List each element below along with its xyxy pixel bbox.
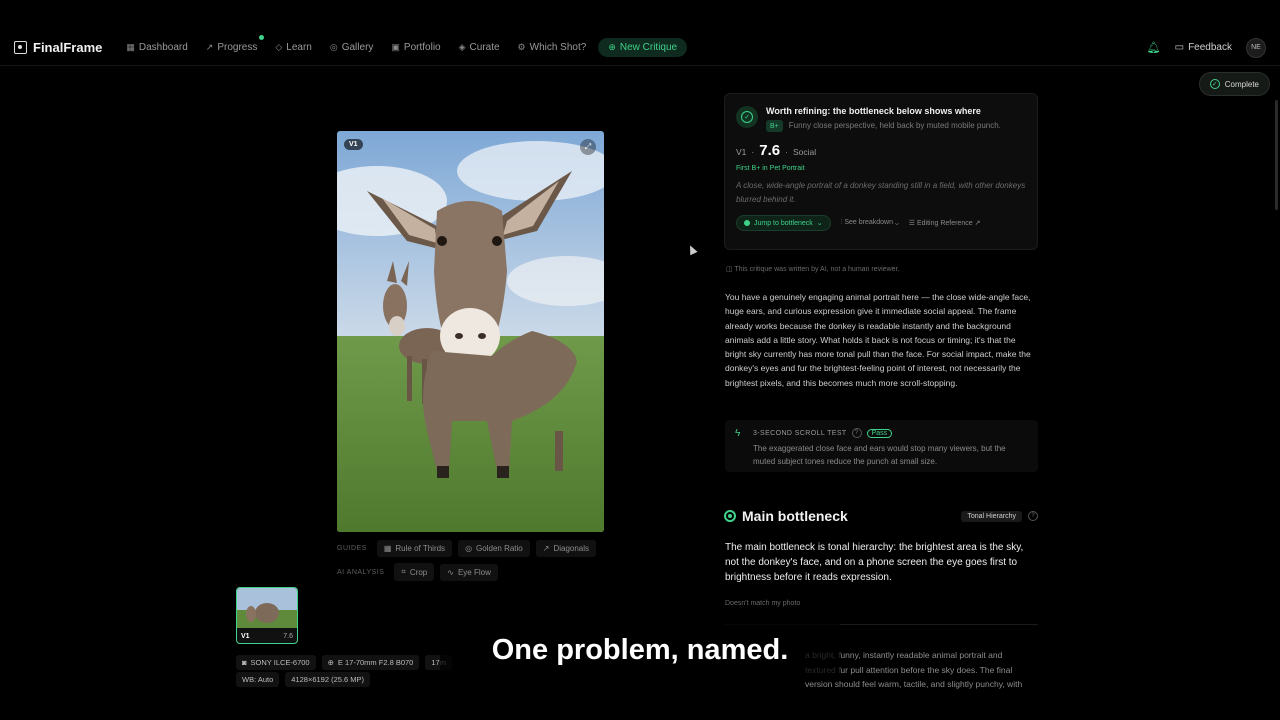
summary-version: V1 <box>736 147 747 157</box>
main-bottleneck-title: Main bottleneck <box>742 508 848 524</box>
nav-which-shot[interactable]: ⚙ Which Shot? <box>512 38 593 57</box>
crop-icon: ⌗ <box>401 567 406 576</box>
donkey-photo-image <box>337 131 604 532</box>
compare-icon: ⚙ <box>517 42 526 52</box>
nav-progress[interactable]: ↗ Progress <box>200 35 265 57</box>
target-icon <box>724 510 736 522</box>
exif-row-2: WB: Auto 4128×6192 (25.6 MP) <box>236 672 371 687</box>
score-line: V1 · 7.6 · Social <box>736 142 817 159</box>
grid-icon: ▦ <box>126 42 135 52</box>
chevron-down-icon: ⌄ <box>816 220 823 227</box>
nav-gallery[interactable]: ◎ Gallery <box>324 38 380 57</box>
milestone-badge: First B+ in Pet Portrait <box>736 165 805 172</box>
complete-status-badge[interactable]: ✓ Complete <box>1198 72 1270 96</box>
editing-reference-link[interactable]: ☰ Editing Reference ↗ <box>909 219 981 227</box>
cap-icon: ◇ <box>275 42 283 52</box>
page-scrollbar[interactable] <box>1275 100 1278 210</box>
camera-icon: ◙ <box>242 658 247 667</box>
exif-row-1: ◙ SONY ILCE-6700 ⊕ E 17-70mm F2.8 B070 17m <box>236 655 452 670</box>
version-thumbnail[interactable]: V1 7.6 <box>236 587 298 644</box>
app-brand[interactable]: FinalFrame <box>14 40 102 55</box>
verdict-icon: ✓ <box>736 106 758 128</box>
thumbnail-score: 7.6 <box>283 633 293 640</box>
scroll-test-text: The exaggerated close face and ears woul… <box>753 444 1006 466</box>
thumbnail-image <box>237 588 297 628</box>
folder-icon: ▣ <box>391 42 400 52</box>
aperture-icon: ⊕ <box>327 658 334 667</box>
globe-icon: ◎ <box>329 42 338 52</box>
help-icon[interactable]: ? <box>1028 511 1038 521</box>
layers-icon: ◈ <box>458 42 466 52</box>
grid-icon: ▦ <box>383 544 392 553</box>
check-icon: ✓ <box>1209 79 1220 89</box>
summary-actions: Jump to bottleneck ⌄ ⫶ See breakdown ⌄ ☰ … <box>736 215 1026 231</box>
list-icon: ☰ <box>908 220 917 227</box>
photo-description: A close, wide-angle portrait of a donkey… <box>736 181 1026 204</box>
message-icon: ▭ <box>1174 42 1185 53</box>
scroll-test-panel: ϟ 3-SECOND SCROLL TEST ? Pass The exagge… <box>725 420 1038 472</box>
bell-icon[interactable]: 🔔︎ <box>1147 41 1161 54</box>
main-bottleneck-header: Main bottleneck Tonal Hierarchy ? <box>724 508 1038 524</box>
expand-icon[interactable]: ⤢ <box>580 139 596 155</box>
guide-golden-ratio[interactable]: ◎ Golden Ratio <box>458 540 530 557</box>
plus-icon: ⊕ <box>608 42 616 52</box>
grade-badge: B+ <box>766 120 783 132</box>
nav-portfolio[interactable]: ▣ Portfolio <box>385 38 446 57</box>
wb-meta: WB: Auto <box>236 672 280 687</box>
main-bottleneck-text: The main bottleneck is tonal hierarchy: … <box>725 542 1024 583</box>
frame-logo-icon <box>14 41 27 54</box>
lightning-icon: ϟ <box>735 428 741 439</box>
bottleneck-tag: Tonal Hierarchy <box>961 510 1022 522</box>
ai-disclaimer: ◫ This critique was written by AI, not a… <box>726 266 900 273</box>
ai-analysis-label: AI ANALYSIS <box>337 568 385 576</box>
scroll-test-label: 3-SECOND SCROLL TEST <box>753 429 847 437</box>
guides-toolbar: GUIDES ▦ Rule of Thirds ◎ Golden Ratio ↗ Di… <box>337 540 597 557</box>
notification-dot <box>259 35 265 40</box>
nav-learn[interactable]: ◇ Learn <box>269 38 318 57</box>
pass-badge: Pass <box>866 428 893 438</box>
resolution-meta: 4128×6192 (25.6 MP) <box>285 672 371 687</box>
trend-icon: ↗ <box>205 42 214 52</box>
guides-label: GUIDES <box>337 545 367 552</box>
jump-to-bottleneck-button[interactable]: Jump to bottleneck ⌄ <box>736 215 831 231</box>
chevron-down-icon: ⌄ <box>894 219 899 226</box>
ai-analysis-toolbar: AI ANALYSIS ⌗ Crop ∿ Eye Flow <box>337 563 498 581</box>
camera-meta: ◙ SONY ILCE-6700 <box>236 655 316 670</box>
video-caption: One problem, named. <box>440 619 840 681</box>
diagonal-icon: ↗ <box>542 544 550 553</box>
guide-rule-of-thirds[interactable]: ▦ Rule of Thirds <box>376 540 453 557</box>
main-nav: ▦ Dashboard ↗ Progress ◇ Learn ◎ Gallery ▣ Po… <box>120 35 688 57</box>
grade-note: Funny close perspective, held back by mu… <box>788 121 1001 130</box>
critique-photo[interactable]: V1 ⤢ <box>337 131 604 532</box>
app-name: FinalFrame <box>33 40 103 55</box>
doesnt-match-link[interactable]: Doesn't match my photo <box>725 600 800 607</box>
ai-eye-flow-button[interactable]: ∿ Eye Flow <box>440 563 498 581</box>
critique-summary-card: ✓ Worth refining: the bottleneck below s… <box>724 93 1038 250</box>
flow-icon: ∿ <box>447 567 454 577</box>
see-breakdown-button[interactable]: ⫶ See breakdown ⌄ <box>841 219 899 227</box>
top-navigation-bar: FinalFrame ▦ Dashboard ↗ Progress ◇ Learn ◎… <box>0 30 1280 66</box>
spiral-icon: ◎ <box>465 544 473 553</box>
thumbnail-version: V1 <box>241 633 250 640</box>
nav-curate[interactable]: ◈ Curate <box>453 38 506 57</box>
help-icon[interactable]: ? <box>851 428 862 438</box>
guide-diagonals[interactable]: ↗ Diagonals <box>535 540 597 557</box>
critique-body: You have a genuinely engaging animal por… <box>725 292 1031 388</box>
mouse-cursor <box>686 243 698 256</box>
version-badge: V1 <box>344 139 363 150</box>
lens-meta: ⊕ E 17-70mm F2.8 B070 <box>321 655 420 670</box>
target-dot-icon <box>744 220 750 226</box>
category-label: Social <box>792 147 817 157</box>
feedback-button[interactable]: ▭ Feedback <box>1175 42 1232 53</box>
avatar[interactable]: NE <box>1246 37 1266 58</box>
nav-new-critique[interactable]: ⊕ New Critique <box>598 38 688 57</box>
overall-score: 7.6 <box>759 142 781 159</box>
ai-crop-button[interactable]: ⌗ Crop <box>394 563 435 581</box>
verdict-title: Worth refining: the bottleneck below sho… <box>766 106 981 116</box>
top-right-actions: 🔔︎ ▭ Feedback NE <box>1147 37 1266 58</box>
external-link-icon: ↗ <box>974 220 981 227</box>
nav-dashboard[interactable]: ▦ Dashboard <box>120 38 193 57</box>
